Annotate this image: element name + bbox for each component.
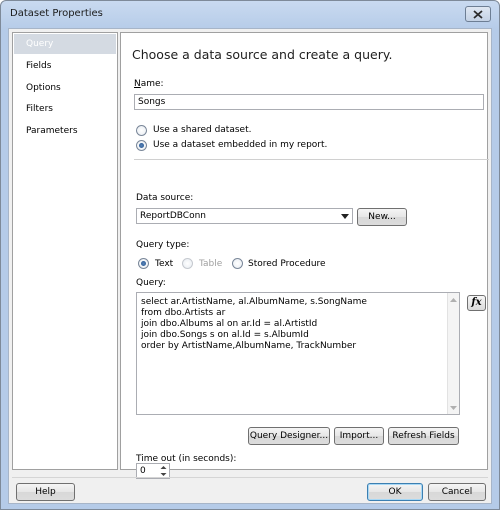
query-line: order by ArtistName,AlbumName, TrackNumb…	[141, 341, 357, 351]
fx-icon: fx	[471, 297, 482, 308]
footer-separator	[12, 477, 488, 478]
scroll-down-icon[interactable]	[449, 403, 458, 412]
sidebar-item-query[interactable]: Query	[14, 34, 116, 54]
expression-button[interactable]: fx	[467, 295, 486, 311]
query-label: Query:	[136, 278, 166, 288]
query-line: join dbo.Albums al on ar.Id = al.ArtistI…	[141, 319, 318, 329]
data-source-label: Data source:	[136, 193, 194, 203]
query-panel: Choose a data source and create a query.…	[120, 32, 489, 470]
close-button[interactable]	[465, 6, 491, 22]
sidebar-item-fields[interactable]: Fields	[14, 56, 116, 76]
data-source-select[interactable]: ReportDBConn	[136, 208, 353, 224]
name-field[interactable]: Songs	[134, 94, 484, 110]
query-textarea[interactable]: select ar.ArtistName, al.AlbumName, s.So…	[136, 292, 460, 415]
query-type-table-label: Table	[199, 259, 223, 269]
query-line: select ar.ArtistName, al.AlbumName, s.So…	[141, 297, 367, 307]
chevron-down-icon	[337, 209, 352, 223]
dialog-client-area: Query Fields Options Filters Parameters …	[8, 28, 492, 504]
import-button[interactable]: Import...	[334, 427, 384, 445]
spin-buttons[interactable]	[158, 464, 169, 478]
scroll-up-icon[interactable]	[449, 295, 458, 304]
sidebar-item-filters[interactable]: Filters	[14, 99, 116, 119]
spin-up-icon[interactable]	[158, 464, 169, 471]
query-type-sp-radio[interactable]	[232, 258, 243, 269]
query-scrollbar[interactable]	[447, 293, 459, 414]
query-type-table-radio[interactable]	[182, 258, 193, 269]
cancel-button[interactable]: Cancel	[428, 483, 486, 501]
separator	[134, 159, 489, 160]
query-type-text-label: Text	[155, 259, 174, 269]
query-designer-button[interactable]: Query Designer...	[248, 427, 330, 445]
dataset-properties-window: Dataset Properties Query Fields Options …	[0, 0, 500, 510]
sidebar-item-label: Query	[26, 39, 54, 49]
embedded-dataset-label: Use a dataset embedded in my report.	[153, 140, 328, 150]
sidebar-item-label: Parameters	[26, 126, 78, 136]
sidebar-item-label: Filters	[26, 104, 53, 114]
sidebar-item-options[interactable]: Options	[14, 78, 116, 98]
sidebar-nav: Query Fields Options Filters Parameters	[12, 32, 118, 470]
embedded-dataset-radio[interactable]	[136, 140, 147, 151]
refresh-fields-button[interactable]: Refresh Fields	[388, 427, 459, 445]
sidebar-item-parameters[interactable]: Parameters	[14, 121, 116, 141]
shared-dataset-radio[interactable]	[136, 125, 147, 136]
name-label: Name:	[134, 79, 164, 89]
query-type-text-radio[interactable]	[138, 258, 149, 269]
shared-dataset-label: Use a shared dataset.	[153, 125, 252, 135]
new-data-source-button[interactable]: New...	[357, 208, 407, 226]
query-line: from dbo.Artists ar	[141, 308, 226, 318]
help-button[interactable]: Help	[16, 483, 75, 501]
sidebar-item-label: Fields	[26, 61, 52, 71]
window-title: Dataset Properties	[10, 8, 103, 19]
page-title: Choose a data source and create a query.	[132, 47, 393, 62]
close-icon	[473, 9, 483, 19]
data-source-value: ReportDBConn	[140, 211, 206, 221]
query-line: join dbo.Songs s on al.Id = s.AlbumId	[141, 330, 309, 340]
sidebar-item-label: Options	[26, 83, 61, 93]
query-type-sp-label: Stored Procedure	[248, 259, 326, 269]
ok-button[interactable]: OK	[367, 483, 423, 501]
query-type-label: Query type:	[136, 240, 190, 250]
